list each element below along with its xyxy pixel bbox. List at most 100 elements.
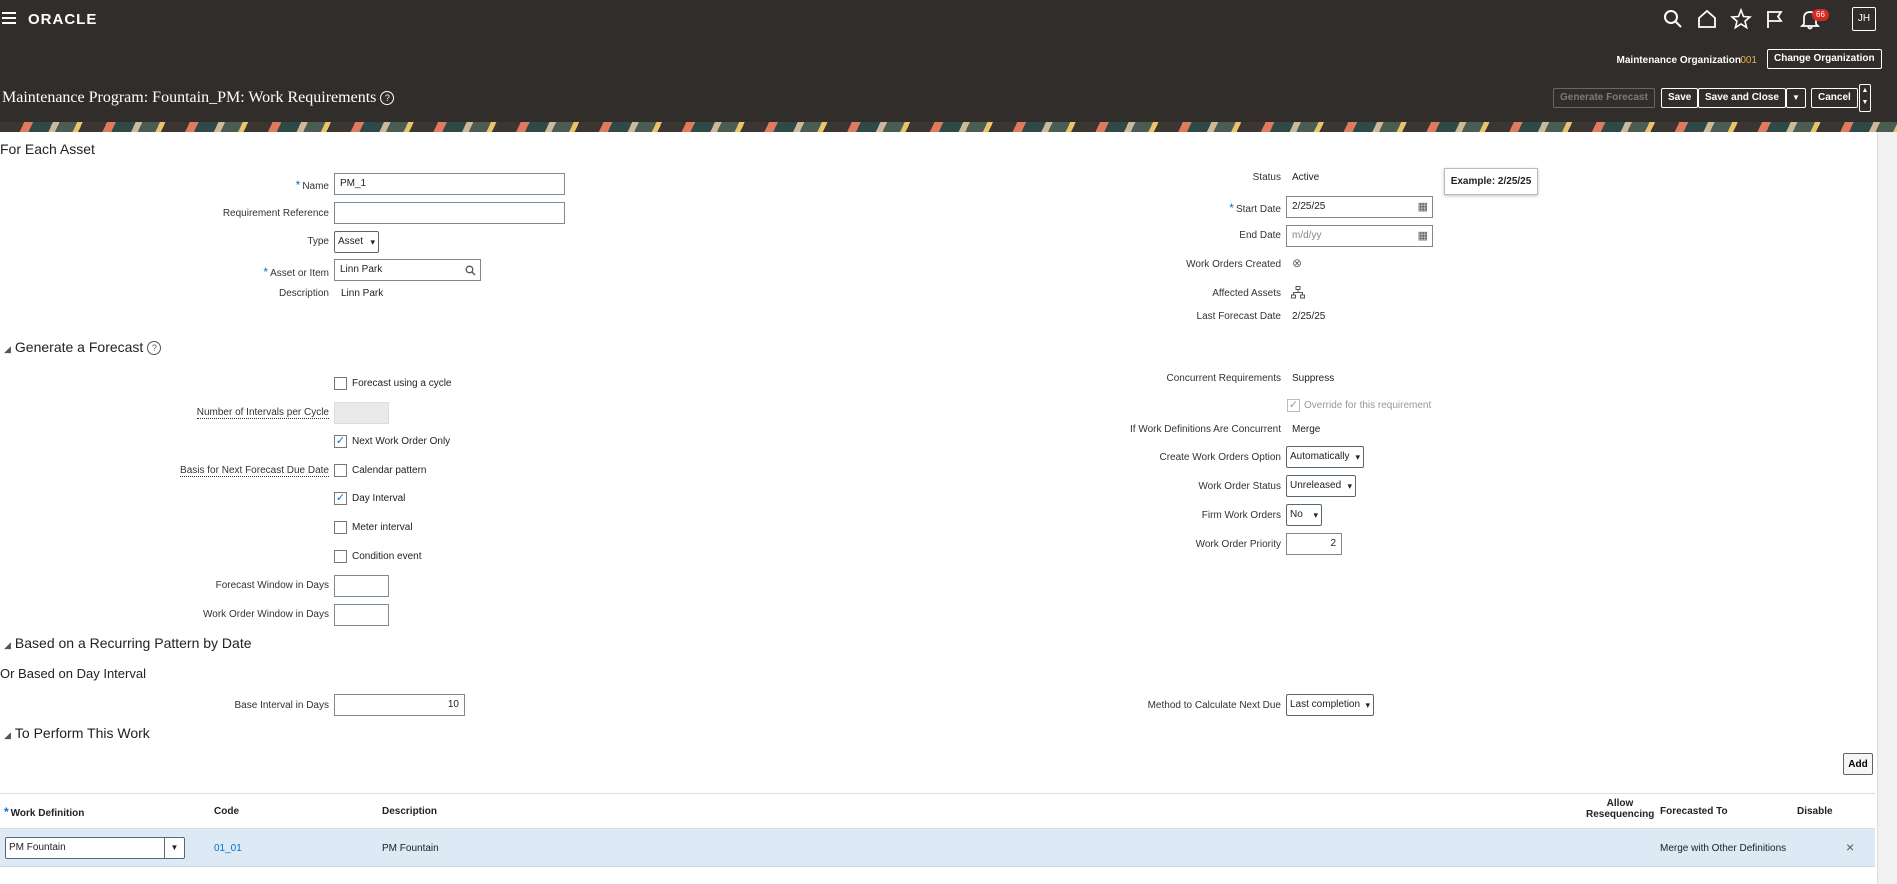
forecast-window-input[interactable] [334, 575, 389, 597]
org-label: Maintenance Organization [1616, 55, 1741, 66]
work-definition-code-link[interactable]: 01_01 [214, 843, 242, 854]
status-label: Status [1252, 172, 1281, 183]
work-definitions-table-header: * Work Definition Code Description Allow … [0, 793, 1875, 829]
type-label: Type [307, 236, 329, 247]
required-icon: * [295, 178, 301, 192]
required-icon: * [263, 265, 269, 279]
firm-work-orders-select[interactable]: No ▾ [1286, 504, 1322, 526]
concurrent-requirements-label: Concurrent Requirements [1166, 373, 1282, 384]
wd-concurrent-value: Merge [1292, 424, 1321, 435]
column-allow-resequencing[interactable]: Allow Resequencing [1586, 798, 1654, 820]
calendar-icon[interactable]: ▦ [1418, 226, 1428, 246]
save-options-dropdown[interactable]: ▼ [1786, 88, 1806, 108]
section-day-interval: Or Based on Day Interval [0, 666, 146, 681]
hierarchy-icon[interactable] [1291, 286, 1305, 299]
work-order-window-input[interactable] [334, 604, 389, 626]
type-select[interactable]: Asset ▾ [334, 231, 379, 253]
no-work-orders-icon: ⊗ [1292, 256, 1303, 270]
page-scroll-control[interactable]: ▲ ▼ [1859, 84, 1871, 112]
override-checkbox: ✓ [1287, 399, 1300, 412]
end-date-input[interactable]: m/d/yy ▦ [1286, 225, 1433, 247]
calendar-pattern-checkbox[interactable] [334, 464, 347, 477]
create-wo-option-label: Create Work Orders Option [1159, 452, 1281, 463]
column-work-definition[interactable]: * Work Definition [4, 805, 84, 819]
change-organization-button[interactable]: Change Organization [1767, 49, 1882, 69]
description-label: Description [278, 288, 329, 299]
calendar-icon[interactable]: ▦ [1418, 197, 1428, 217]
work-orders-created-label: Work Orders Created [1186, 259, 1281, 270]
next-work-order-only-checkbox[interactable]: ✓ [334, 435, 347, 448]
page-header [0, 38, 1897, 122]
collapse-icon: ◢ [4, 344, 11, 354]
section-perform-work[interactable]: ◢ To Perform This Work [4, 725, 150, 741]
collapse-icon: ◢ [4, 640, 11, 650]
save-button[interactable]: Save [1661, 88, 1699, 108]
search-icon[interactable] [1662, 8, 1684, 30]
save-and-close-button[interactable]: Save and Close [1698, 88, 1786, 108]
work-definition-select[interactable]: PM Fountain ▼ [5, 837, 185, 859]
page-title: Maintenance Program: Fountain_PM: Work R… [2, 89, 395, 107]
condition-event-checkbox[interactable] [334, 550, 347, 563]
chevron-down-icon: ▾ [1355, 452, 1360, 462]
help-icon[interactable]: ? [380, 91, 395, 106]
chevron-down-icon: ▾ [1347, 481, 1352, 491]
affected-assets-label: Affected Assets [1212, 288, 1281, 299]
section-recurring-pattern[interactable]: ◢ Based on a Recurring Pattern by Date [4, 635, 252, 651]
firm-work-orders-label: Firm Work Orders [1201, 510, 1281, 521]
basis-label: Basis for Next Forecast Due Date [180, 465, 329, 477]
intervals-per-cycle-input [334, 402, 389, 424]
asset-or-item-input[interactable]: Linn Park [334, 259, 481, 281]
method-next-due-select[interactable]: Last completion ▾ [1286, 694, 1374, 716]
forecast-window-label: Forecast Window in Days [215, 580, 329, 591]
global-header: ORACLE 66 JH [0, 0, 1897, 38]
notification-count-badge: 66 [1812, 9, 1829, 21]
wo-status-select[interactable]: Unreleased ▾ [1286, 475, 1356, 497]
add-button[interactable]: Add [1843, 753, 1873, 775]
org-code: 001 [1740, 55, 1757, 66]
page-scrollbar[interactable] [1877, 132, 1897, 884]
name-input[interactable]: PM_1 [334, 173, 565, 195]
user-avatar[interactable]: JH [1852, 7, 1876, 31]
wd-concurrent-label: If Work Definitions Are Concurrent [1130, 424, 1281, 435]
create-wo-option-select[interactable]: Automatically ▾ [1286, 446, 1364, 468]
requirement-reference-input[interactable] [334, 202, 565, 224]
column-code[interactable]: Code [214, 806, 239, 817]
meter-interval-label: Meter interval [352, 522, 413, 533]
flag-icon[interactable] [1764, 8, 1786, 30]
cancel-button[interactable]: Cancel [1811, 88, 1858, 108]
start-date-label: * Start Date [1229, 201, 1281, 215]
generate-forecast-button[interactable]: Generate Forecast [1553, 88, 1655, 108]
star-icon[interactable] [1730, 8, 1752, 30]
column-disable[interactable]: Disable [1797, 806, 1833, 817]
column-forecasted-to[interactable]: Forecasted To [1660, 806, 1728, 817]
decorative-banner [0, 122, 1897, 132]
wo-priority-input[interactable]: 2 [1286, 533, 1342, 555]
column-description[interactable]: Description [382, 806, 437, 817]
row-description: PM Fountain [382, 843, 439, 854]
meter-interval-checkbox[interactable] [334, 521, 347, 534]
last-forecast-date-label: Last Forecast Date [1196, 311, 1281, 322]
day-interval-checkbox[interactable]: ✓ [334, 492, 347, 505]
start-date-input[interactable]: 2/25/25 ▦ [1286, 196, 1433, 218]
forecast-cycle-label: Forecast using a cycle [352, 378, 452, 389]
row-forecasted-to: Merge with Other Definitions [1660, 843, 1787, 854]
base-interval-input[interactable]: 10 [334, 694, 465, 716]
requirement-reference-label: Requirement Reference [222, 208, 329, 219]
help-icon[interactable]: ? [147, 341, 162, 356]
concurrent-requirements-value: Suppress [1292, 373, 1335, 384]
condition-event-label: Condition event [352, 551, 422, 562]
oracle-logo[interactable]: ORACLE [28, 11, 97, 28]
chevron-down-icon: ▾ [370, 237, 375, 247]
menu-icon[interactable] [2, 12, 16, 24]
close-icon[interactable]: × [1846, 839, 1854, 855]
table-row[interactable]: PM Fountain ▼ 01_01 PM Fountain Merge wi… [0, 829, 1875, 867]
collapse-icon: ◢ [4, 730, 11, 740]
chevron-down-icon[interactable]: ▼ [164, 838, 184, 858]
chevron-down-icon: ▾ [1365, 700, 1370, 710]
method-next-due-label: Method to Calculate Next Due [1147, 700, 1281, 711]
search-icon[interactable] [465, 265, 476, 276]
forecast-cycle-checkbox[interactable] [334, 377, 347, 390]
section-generate-forecast[interactable]: ◢ Generate a Forecast? [4, 339, 162, 356]
home-icon[interactable] [1696, 8, 1718, 30]
day-interval-label: Day Interval [352, 493, 406, 504]
